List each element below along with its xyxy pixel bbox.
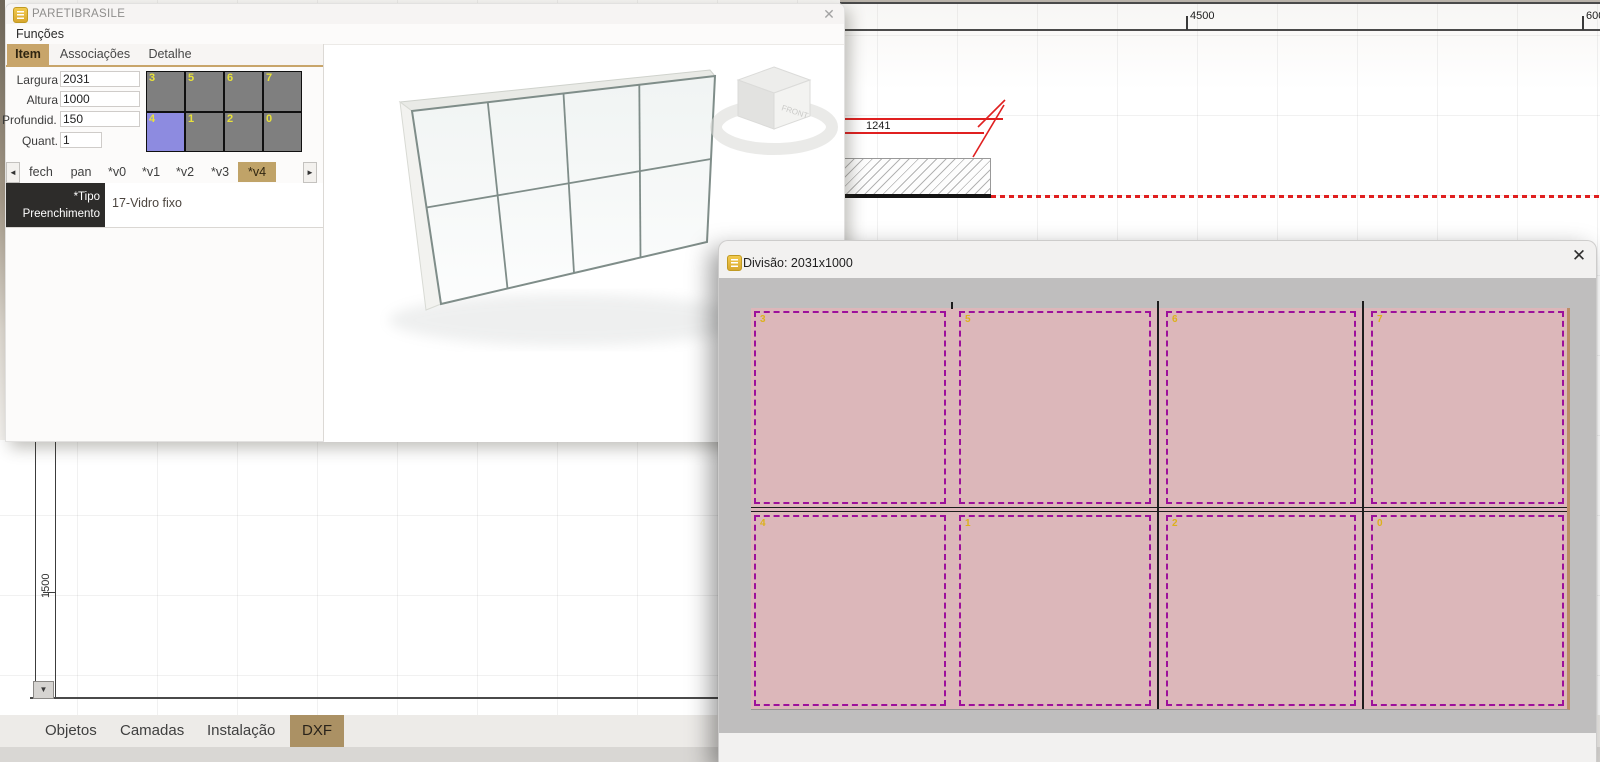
view-tabstrip: ◄ fech pan *v0 *v1 *v2 *v3 *v4 ► (6, 160, 323, 182)
division-cell-7[interactable]: 7 (1368, 308, 1567, 507)
window-title: PARETIBRASILE (32, 8, 125, 20)
view-tab-v1[interactable]: *v1 (135, 162, 167, 182)
division-cell-2[interactable]: 2 (1163, 512, 1359, 709)
close-icon[interactable]: ✕ (818, 5, 840, 23)
column-separator-2[interactable] (1157, 301, 1159, 709)
dimension-tick-4500 (1186, 16, 1188, 30)
division-cell-3[interactable]: 3 (751, 308, 949, 507)
division-cell-4[interactable]: 4 (751, 512, 949, 709)
view-tab-v2[interactable]: *v2 (169, 162, 201, 182)
dimension-label-1500: 1500 (40, 574, 52, 598)
division-panel: 3 5 6 7 4 1 2 0 (751, 308, 1570, 710)
division-cell-5[interactable]: 5 (956, 308, 1154, 507)
tab-dxf[interactable]: DXF (290, 715, 344, 747)
division-cell-1[interactable]: 1 (956, 512, 1154, 709)
paretibrasile-titlebar[interactable]: PARETIBRASILE ✕ (6, 4, 844, 24)
tab-detalhe[interactable]: Detalhe (140, 44, 200, 65)
divisao-close-icon[interactable]: ✕ (1565, 243, 1593, 269)
red-dimension-slashes (965, 93, 1013, 163)
mini-cell-5[interactable]: 5 (186, 72, 223, 111)
dimension-label-1241: 1241 (866, 120, 890, 132)
division-cell-6[interactable]: 6 (1163, 308, 1359, 507)
dimension-label-600: 600 (1586, 10, 1600, 22)
input-quantidade[interactable] (60, 132, 102, 148)
hatched-wall-section[interactable] (843, 158, 991, 196)
left-dimension-tick (43, 592, 56, 593)
wall-baseline (843, 194, 991, 198)
label-quantidade: Quant. (6, 134, 58, 148)
divisao-icon (727, 255, 742, 271)
mini-cell-0[interactable]: 0 (264, 113, 301, 152)
label-largura: Largura (6, 73, 58, 87)
view-cube[interactable]: FRONT (709, 55, 844, 175)
input-profundidade[interactable] (60, 111, 140, 127)
view-tab-fech[interactable]: fech (20, 162, 62, 182)
canvas-bottom-line (30, 697, 718, 699)
left-dimension-line-outer (35, 440, 36, 698)
mini-cell-7[interactable]: 7 (264, 72, 301, 111)
red-dashed-axis (991, 195, 1600, 198)
view-tab-pan[interactable]: pan (63, 162, 99, 182)
divisao-title: Divisão: 2031x1000 (743, 256, 853, 270)
tab-associacoes[interactable]: Associações (50, 44, 140, 65)
left-dimension-line-inner (55, 440, 56, 698)
mini-cell-4-selected[interactable]: 4 (147, 113, 184, 152)
item-tabstrip: Item Associações Detalhe (6, 44, 323, 67)
scroll-down-icon: ▼ (40, 685, 48, 694)
view-tab-v4[interactable]: *v4 (238, 162, 276, 182)
input-altura[interactable] (60, 91, 140, 107)
dimension-tick-600 (1582, 16, 1584, 30)
division-mini-grid: 3 5 6 7 4 1 2 0 (146, 71, 302, 152)
tabs-scroll-left-icon[interactable]: ◄ (6, 162, 20, 183)
scroll-down-button[interactable]: ▼ (33, 681, 54, 699)
mini-cell-3[interactable]: 3 (147, 72, 184, 111)
label-profundidade: Profundid. (2, 113, 54, 127)
top-dimension-line-upper (840, 2, 1600, 4)
tabs-scroll-right-icon[interactable]: ► (303, 162, 317, 183)
column-tick-1 (951, 302, 953, 309)
application-root: 4500 600 1241 1500 ▼ Objetos Camadas Ins… (0, 0, 1600, 762)
label-altura: Altura (6, 93, 58, 107)
divisao-window: Divisão: 2031x1000 ✕ 3 5 6 7 4 1 (718, 240, 1597, 762)
dimension-label-4500: 4500 (1190, 10, 1214, 22)
divisao-content: 3 5 6 7 4 1 2 0 (719, 278, 1596, 733)
input-largura[interactable] (60, 71, 140, 87)
red-dimension-line-2 (843, 132, 984, 134)
menu-funcoes[interactable]: Funções (16, 27, 64, 41)
mini-cell-2[interactable]: 2 (225, 113, 262, 152)
fill-type-row: *Tipo Preenchimento 17-Vidro fixo (6, 183, 323, 228)
fill-type-value[interactable]: 17-Vidro fixo (112, 196, 182, 210)
tab-instalacao[interactable]: Instalação (195, 715, 287, 747)
app-icon (13, 7, 28, 23)
view-tab-v3[interactable]: *v3 (204, 162, 236, 182)
mini-cell-6[interactable]: 6 (225, 72, 262, 111)
tab-camadas[interactable]: Camadas (108, 715, 196, 747)
column-separator-3[interactable] (1362, 301, 1364, 709)
tab-objetos[interactable]: Objetos (33, 715, 109, 747)
row-separator (751, 507, 1567, 512)
top-dimension-line-lower (840, 29, 1600, 31)
division-cell-0[interactable]: 0 (1368, 512, 1567, 709)
mini-cell-1[interactable]: 1 (186, 113, 223, 152)
fill-type-label: *Tipo Preenchimento (6, 183, 105, 227)
tab-item[interactable]: Item (7, 44, 49, 65)
view-tab-v0[interactable]: *v0 (101, 162, 133, 182)
